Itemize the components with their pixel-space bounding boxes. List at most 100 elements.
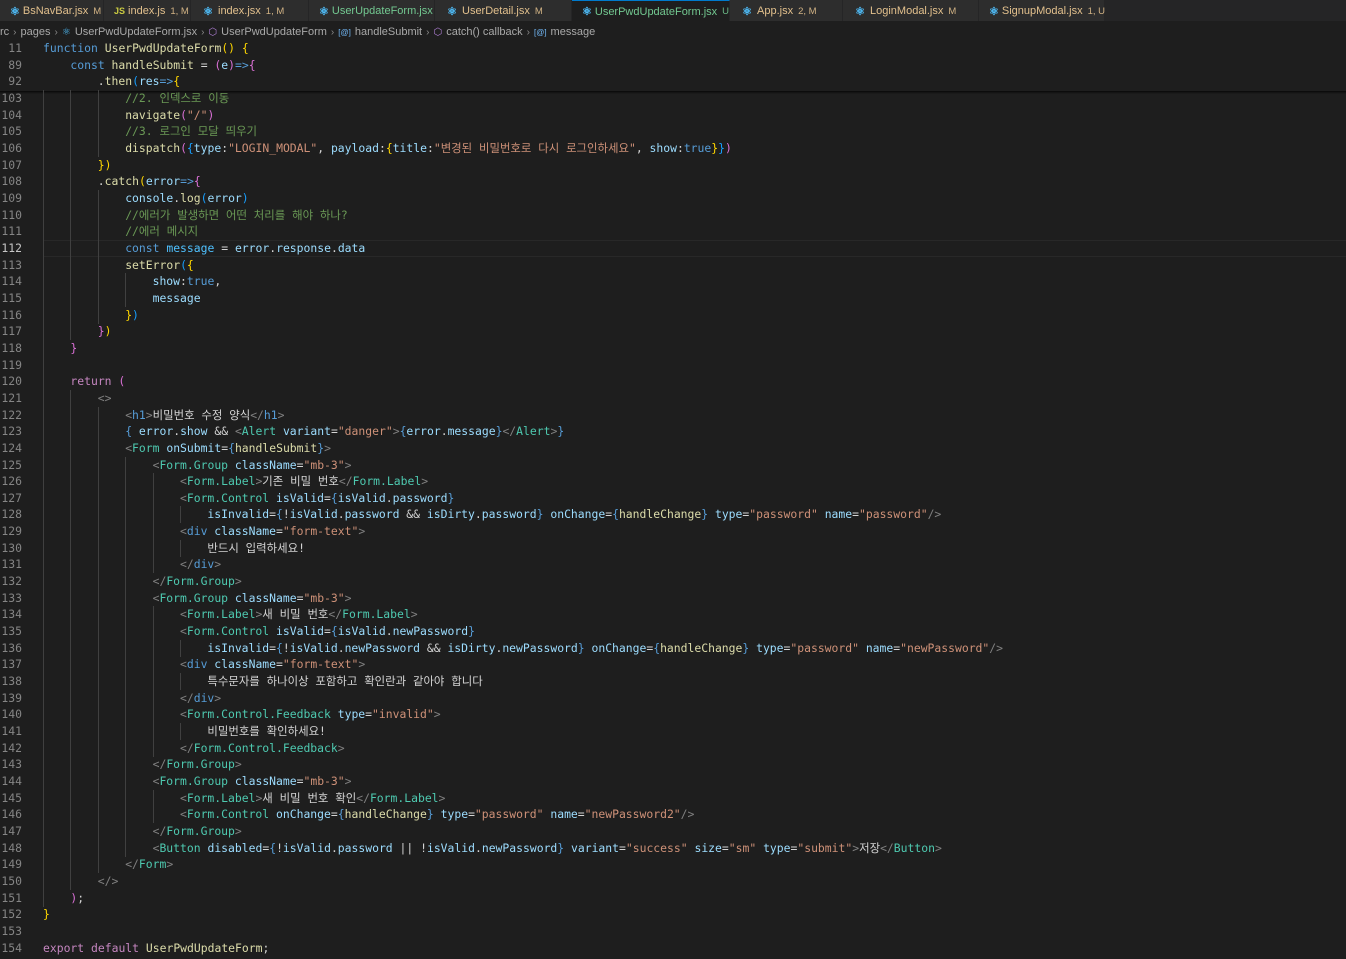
tab-app-jsx[interactable]: ⚛ App.jsx 2, M (730, 0, 843, 21)
code-line[interactable]: 143 </Form.Group> (0, 756, 1346, 774)
code-editor[interactable]: 11 function UserPwdUpdateForm() {89 const … (0, 40, 1346, 959)
line-number: 92 (8, 74, 22, 89)
code-line[interactable]: 116}) (0, 306, 1346, 324)
tab-userupdateform-jsx[interactable]: ⚛UserUpdateForm.jsxU (309, 0, 445, 21)
code-line[interactable]: 132 </Form.Group> (0, 573, 1346, 591)
code-line[interactable]: 144 <Form.Group className="mb-3"> (0, 773, 1346, 791)
code-line[interactable]: 89 const handleSubmit = (e)=>{ (0, 57, 1346, 74)
code-line[interactable]: 140 <Form.Control.Feedback type="invalid"… (0, 706, 1346, 724)
breadcrumb-item[interactable]: pages (21, 26, 51, 38)
code-line[interactable]: 127 <Form.Control isValid={isValid.passwo… (0, 489, 1346, 507)
code-line[interactable]: 153 (0, 923, 1346, 940)
code-text: </Form.Control.Feedback> (180, 740, 345, 755)
code-line[interactable]: 105 //3. 로그인 모달 띄우기 (0, 123, 1346, 141)
code-line[interactable]: 113 setError({ (0, 256, 1346, 274)
code-text: }) (125, 307, 139, 322)
line-number: 115 (1, 290, 22, 305)
tab-signupmodal-jsx[interactable]: ⚛ SignupModal.jsx 1, U (979, 0, 1105, 21)
code-line[interactable]: 111 //에러 메시지 (0, 223, 1346, 241)
code-line[interactable]: 137 <div className="form-text"> (0, 656, 1346, 674)
code-text: }) (97, 324, 112, 339)
code-line[interactable]: 120 return ( (0, 373, 1346, 391)
code-line[interactable]: 136 isInvalid={!isValid.newPassword && is… (0, 639, 1346, 657)
code-line[interactable]: 147 </Form.Group> (0, 823, 1346, 841)
breadcrumb-item[interactable]: [@] handleSubmit (338, 26, 422, 38)
breadcrumb-label: catch() callback (446, 26, 523, 38)
code-line[interactable]: 106 dispatch({type:"LOGIN_MODAL", payload… (0, 139, 1346, 157)
breadcrumb: rc › pages › ⚛ UserPwdUpdateForm.jsx › ⬡ UserPwd… (0, 23, 1346, 41)
code-line[interactable]: 150 </> (0, 873, 1346, 890)
code-line[interactable]: 129 <div className="form-text"> (0, 523, 1346, 541)
tab-userdetail-jsx[interactable]: ⚛ UserDetail.jsx M (435, 0, 572, 21)
tab-userpwdupdateform-jsx[interactable]: ⚛UserPwdUpdateForm.jsxU✕ (572, 0, 747, 21)
code-line[interactable]: 121 <> (0, 389, 1346, 407)
code-line[interactable]: 118} (0, 339, 1346, 357)
code-line[interactable]: 123 { error.show && <Alert variant="dange… (0, 423, 1346, 441)
tab-bsnavbar-jsx[interactable]: ⚛ BsNavBar.jsx M (0, 0, 104, 21)
code-line[interactable]: 130 반드시 입력하세요! (0, 539, 1346, 557)
code-text: </div> (180, 557, 222, 572)
breadcrumb-item[interactable]: ⬡ catch() callback (433, 26, 522, 38)
code-line[interactable]: 134 <Form.Label>새 비밀 번호</Form.Label> (0, 606, 1346, 624)
line-number: 105 (1, 124, 22, 139)
line-number: 143 (1, 757, 22, 772)
code-text: </Form.Group> (152, 574, 242, 589)
code-line[interactable]: 108 .catch(error=>{ (0, 173, 1346, 191)
code-line[interactable]: 135 <Form.Control isValid={isValid.newPas… (0, 623, 1346, 641)
breadcrumb-item[interactable]: ⚛ UserPwdUpdateForm.jsx (62, 26, 197, 38)
react-icon: ⚛ (989, 5, 999, 18)
code-text: <Button disabled={!isValid.password || !… (152, 840, 942, 855)
code-text: } (70, 340, 78, 355)
code-text: <div className="form-text"> (180, 524, 366, 539)
line-number: 153 (1, 923, 22, 938)
code-line[interactable]: 146 <Form.Control onChange={handleChange}… (0, 806, 1346, 824)
breadcrumb-label: UserPwdUpdateForm (221, 26, 327, 38)
code-line[interactable]: 103 //2. 인덱스로 이동 (0, 89, 1346, 107)
code-line[interactable]: 133 <Form.Group className="mb-3"> (0, 589, 1346, 607)
code-line[interactable]: 128 isInvalid={!isValid.password && isDir… (0, 506, 1346, 524)
code-line[interactable]: 109 console.log(error) (0, 189, 1346, 207)
breadcrumb-item[interactable]: rc (0, 26, 9, 38)
code-line[interactable]: 115 message (0, 289, 1346, 307)
git-status-badge: M (948, 5, 957, 17)
code-line[interactable]: 142 </Form.Control.Feedback> (0, 739, 1346, 757)
code-line[interactable]: 110 //에러가 발생하면 어떤 처리를 해야 하나? (0, 206, 1346, 224)
code-line[interactable]: 154 export default UserPwdUpdateForm; (0, 940, 1346, 957)
code-text: show:true, (152, 274, 222, 289)
code-line[interactable]: 124 <Form onSubmit={handleSubmit}> (0, 439, 1346, 457)
code-line[interactable]: 139 </div> (0, 689, 1346, 707)
code-line[interactable]: 92 .then(res=>{ (0, 73, 1346, 90)
line-number: 121 (1, 390, 22, 405)
code-line[interactable]: 138 특수문자를 하나이상 포함하고 확인란과 같아야 합니다 (0, 673, 1346, 691)
code-line[interactable]: 117}) (0, 323, 1346, 341)
code-line[interactable]: 112 const message = error.response.data (0, 239, 1346, 257)
code-line[interactable]: 125 <Form.Group className="mb-3"> (0, 456, 1346, 474)
code-text: <Form.Control isValid={isValid.newPasswo… (180, 624, 475, 639)
code-line[interactable]: 114 show:true, (0, 273, 1346, 291)
code-line[interactable]: 145 <Form.Label>새 비밀 번호 확인</Form.Label> (0, 789, 1346, 807)
code-line[interactable]: 122 <h1>비밀번호 수정 양식</h1> (0, 406, 1346, 424)
code-line[interactable]: 104 navigate("/") (0, 106, 1346, 124)
code-line[interactable]: 149 </Form> (0, 856, 1346, 874)
line-number: 138 (1, 674, 22, 689)
code-line[interactable]: 148 <Button disabled={!isValid.password |… (0, 839, 1346, 857)
code-text: </div> (180, 690, 222, 705)
code-line[interactable]: 119 (0, 356, 1346, 374)
code-text: ); (70, 890, 85, 905)
code-line[interactable]: 131 </div> (0, 556, 1346, 574)
code-line[interactable]: 11 function UserPwdUpdateForm() { (0, 40, 1346, 57)
tab-index-jsx[interactable]: ⚛ index.jsx 1, M (191, 0, 309, 21)
breadcrumb-item[interactable]: [@] message (534, 26, 595, 38)
breadcrumb-label: message (550, 26, 596, 38)
code-line[interactable]: 152} (0, 906, 1346, 923)
tab-index-js[interactable]: JS index.js 1, M (104, 0, 191, 21)
code-text: //3. 로그인 모달 띄우기 (125, 124, 258, 139)
tab-loginmodal-jsx[interactable]: ⚛ LoginModal.jsx M (843, 0, 979, 21)
breadcrumb-item[interactable]: ⬡ UserPwdUpdateForm (208, 26, 327, 38)
line-number: 145 (1, 790, 22, 805)
code-text: 비밀번호를 확인하세요! (207, 724, 326, 739)
code-line[interactable]: 107}) (0, 156, 1346, 174)
code-line[interactable]: 141 비밀번호를 확인하세요! (0, 723, 1346, 741)
code-line[interactable]: 151); (0, 889, 1346, 907)
code-line[interactable]: 126 <Form.Label>기존 비밀 번호</Form.Label> (0, 473, 1346, 491)
